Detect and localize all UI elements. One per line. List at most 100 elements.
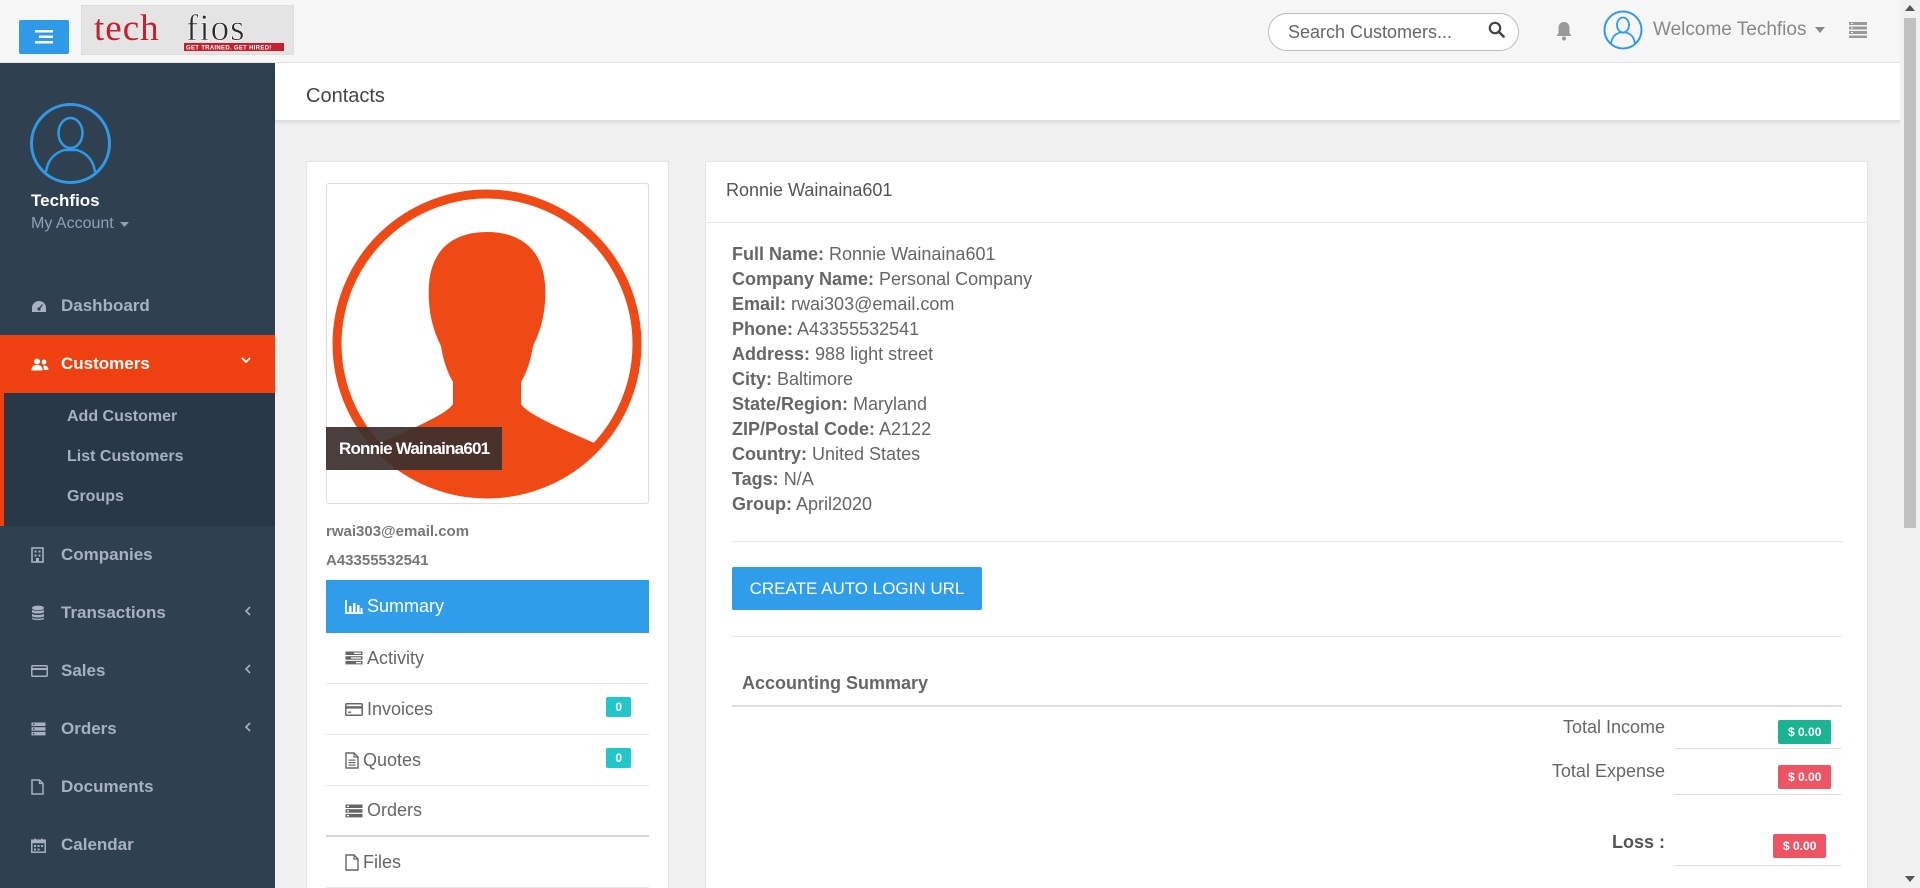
loss-badge: $ 0.00 [1773,834,1827,858]
nav-companies[interactable]: Companies [0,526,275,584]
caret-down-icon [119,221,129,227]
detail-label: Country: [732,444,807,464]
bar-chart-icon [345,599,363,614]
user-menu[interactable]: Welcome Techfios [1603,10,1826,50]
detail-label: Company Name: [732,269,875,289]
detail-state: State/Region: Maryland [732,392,1032,417]
nav-calendar[interactable]: Calendar [0,816,275,874]
nav-dashboard[interactable]: Dashboard [0,277,275,335]
menu-label: Files [363,851,402,872]
nav-label: Dashboard [61,296,150,315]
nav-label: Transactions [61,603,166,622]
detail-group: Group: April2020 [732,492,1032,517]
tasks-icon [345,651,363,665]
detail-value: Baltimore [777,369,854,389]
contact-details-panel: Ronnie Wainaina601 Full Name: Ronnie Wai… [705,161,1868,888]
chevron-left-icon [244,664,251,674]
detail-label: Group: [732,494,792,514]
quotes-count-badge: 0 [606,748,631,768]
bell-icon[interactable] [1555,21,1573,46]
detail-value: Personal Company [879,269,1033,289]
nav-transactions[interactable]: Transactions [0,584,275,642]
scroll-up-arrow-icon[interactable] [1905,5,1915,11]
contact-profile-panel: Ronnie Wainaina601 rwai303@email.com A43… [306,161,669,888]
sidebar: Techfios My Account Dashboard Customers … [0,63,275,888]
menu-summary[interactable]: Summary [326,580,649,633]
profile-name: Techfios [31,191,100,210]
menu-orders[interactable]: Orders [326,786,649,837]
contact-name-tag: Ronnie Wainaina601 [326,427,503,470]
detail-tags: Tags: N/A [732,467,1032,492]
menu-files[interactable]: Files [326,837,649,888]
detail-label: Full Name: [732,244,825,264]
loss-label: Loss : [1611,832,1665,852]
server-icon [345,804,363,818]
right-sidebar-toggle-icon[interactable] [1849,22,1867,43]
nav-orders[interactable]: Orders [0,700,275,758]
customers-submenu: Add Customer List Customers Groups [0,393,275,526]
menu-label: Quotes [363,749,422,770]
calendar-icon [31,838,49,853]
user-avatar-icon [30,103,111,184]
detail-full-name: Full Name: Ronnie Wainaina601 [732,242,1032,267]
sub-add-customer[interactable]: Add Customer [67,408,177,426]
scroll-thumb[interactable] [1904,18,1916,528]
total-income-badge: $ 0.00 [1778,720,1832,744]
divider [732,705,1842,707]
nav-label: Orders [61,719,117,738]
svg-text:GET TRAINED. GET HIRED!: GET TRAINED. GET HIRED! [186,46,272,52]
credit-card-icon [345,702,363,716]
detail-company-name: Company Name: Personal Company [732,267,1032,292]
invoices-count-badge: 0 [606,697,631,717]
page-scrollbar[interactable] [1900,0,1920,888]
user-avatar-icon [1603,10,1643,50]
details-header: Ronnie Wainaina601 [726,180,893,200]
menu-activity[interactable]: Activity [326,633,649,684]
detail-value: United States [812,444,921,464]
chevron-left-icon [244,722,251,732]
my-account-dropdown[interactable]: My Account [31,215,129,233]
nav-documents[interactable]: Documents [0,758,275,816]
detail-label: Phone: [732,319,793,339]
menu-label: Orders [367,800,423,820]
users-icon [31,358,49,371]
search-input[interactable] [1288,21,1488,43]
detail-value: A2122 [879,419,932,439]
sub-list-customers[interactable]: List Customers [67,448,183,466]
search-icon[interactable] [1488,21,1505,43]
techfios-logo[interactable]: tech fios GET TRAINED. GET HIRED! [81,5,294,55]
server-icon [31,722,49,736]
nav-label: Sales [61,661,106,680]
dashboard-icon [31,300,49,313]
detail-value: April2020 [796,494,873,514]
customer-search [1268,13,1519,51]
nav-sales[interactable]: Sales [0,642,275,700]
nav-label: Customers [61,354,150,373]
menu-quotes[interactable]: Quotes 0 [326,735,649,786]
divider [1675,748,1841,749]
sidebar-toggle-button[interactable] [19,20,69,54]
building-icon [31,547,49,563]
nav-customers[interactable]: Customers [0,335,275,393]
detail-country: Country: United States [732,442,1032,467]
contact-email: rwai303@email.com [326,523,470,540]
detail-value: rwai303@email.com [791,294,955,314]
file-icon [31,779,49,795]
hamburger-icon [35,30,53,44]
menu-invoices[interactable]: Invoices 0 [326,684,649,735]
file-text-icon [345,751,359,769]
detail-email: Email: rwai303@email.com [732,292,1032,317]
detail-value: N/A [783,469,814,489]
contact-menu: Summary Activity Invoices 0 Quotes 0 Ord… [326,580,649,888]
sub-groups[interactable]: Groups [67,488,124,506]
credit-card-icon [31,665,49,677]
detail-value: 988 light street [815,344,934,364]
file-icon [345,853,359,871]
profile-avatar[interactable] [30,103,111,189]
page-title: Contacts [306,85,385,107]
detail-label: City: [732,369,772,389]
database-icon [31,605,49,621]
scroll-down-arrow-icon[interactable] [1905,876,1915,882]
create-auto-login-url-button[interactable]: CREATE AUTO LOGIN URL [732,567,982,610]
svg-text:tech: tech [94,8,160,49]
